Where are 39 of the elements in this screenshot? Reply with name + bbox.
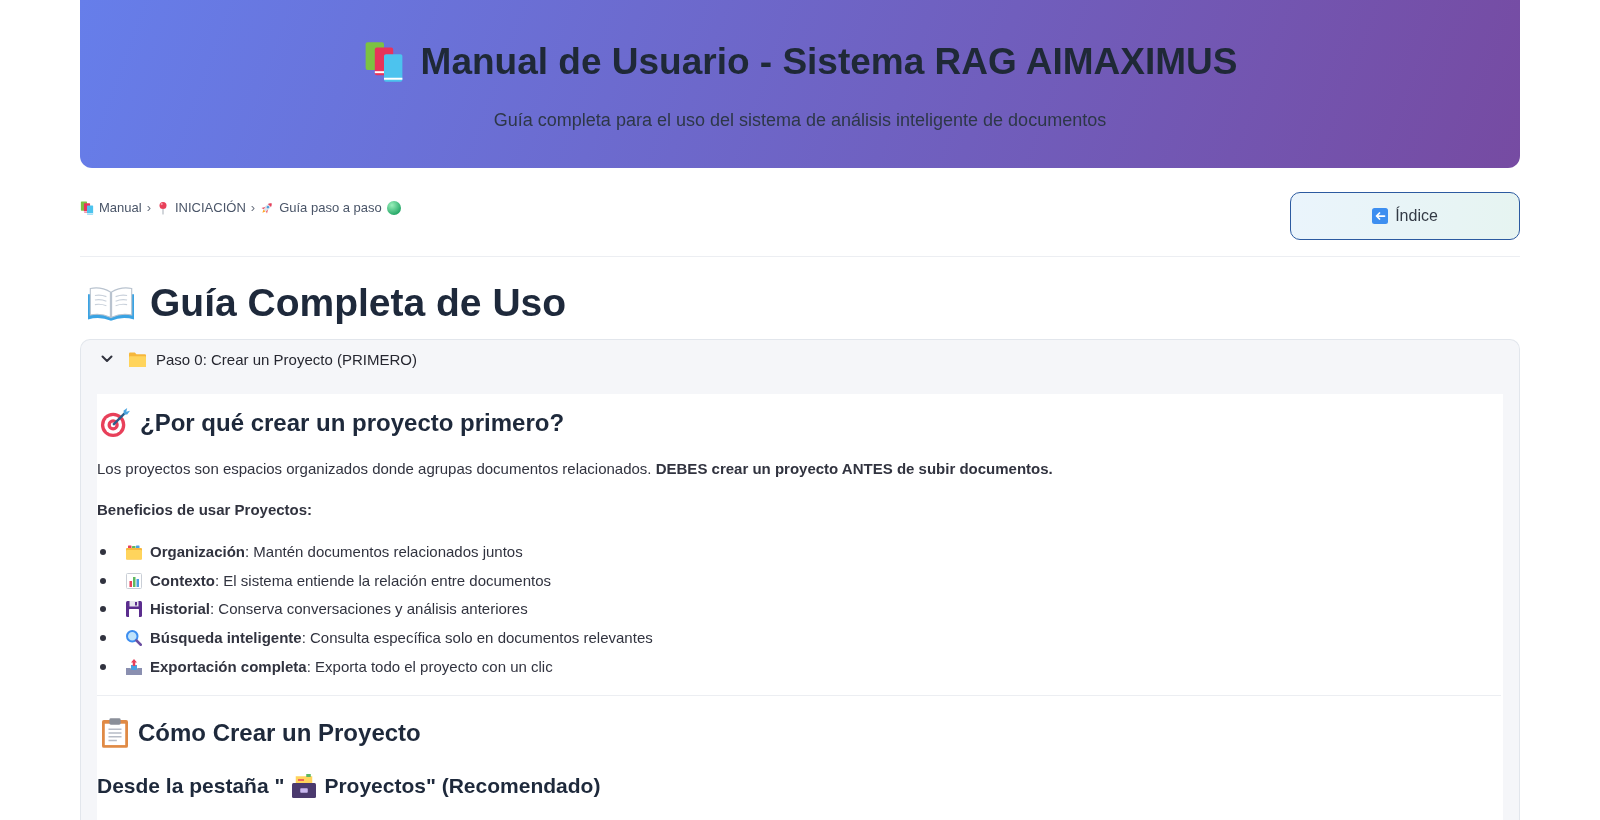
subheading-text: Desde la pestaña " [97,772,285,799]
list-heading: Beneficios de usar Proyectos: [97,500,314,520]
bullet-icon [100,606,106,613]
bullet-icon [100,577,106,584]
rocket-icon [260,201,275,215]
benefit-text: Historial: Conserva conversaciones y análisis anteriores [150,599,528,620]
intro-paragraph: Los proyectos son espacios organizados donde agrupas documentos relacionados. DEBES crear un proyecto ANTES de subir documentos. [97,459,1054,479]
breadcrumb-item[interactable]: Guía paso a paso [279,198,382,218]
page-title: Guía Completa de Uso [150,280,567,326]
benefit-text: Contexto: El sistema entiende la relación entre documentos [150,570,552,591]
bullet-icon [100,663,106,670]
section-toggle[interactable]: Paso 0: Crear un Proyecto (PRIMERO) [97,340,1503,378]
index-button[interactable]: Índice [1290,192,1520,240]
clipboard-icon [102,717,128,748]
bar-chart-icon [126,572,142,589]
books-icon [80,201,94,215]
breadcrumb-item[interactable]: Manual [99,198,142,218]
search-icon [126,630,142,647]
benefit-text: Organización: Mantén documentos relacionados juntos [150,542,523,562]
outbox-tray-icon [126,658,142,675]
breadcrumb-separator: › [146,199,151,217]
benefit-text: Búsqueda inteligente: Consulta específica solo en documentos relevantes [150,628,653,649]
benefit-text: Exportación completa: Exporta todo el proyecto con un clic [150,656,553,677]
section-heading: ¿Por qué crear un proyecto primero? [140,408,565,438]
section-heading: Cómo Crear un Proyecto [138,717,421,748]
bullet-icon [100,635,106,642]
folder-icon [129,351,146,367]
open-book-icon [88,284,134,322]
breadcrumb-separator: › [250,199,256,217]
folder-tabs-icon [126,544,142,560]
subheading-text: Proyectos" (Recomendado) [324,772,601,799]
status-dot-icon [386,201,401,215]
app-title: Manual de Usuario - Sistema RAG AIMAXIMUS [420,40,1238,84]
file-box-icon [292,773,317,798]
bullet-icon [100,549,106,555]
target-icon [100,408,130,438]
breadcrumb-item[interactable]: INICIACIÓN [175,198,246,218]
arrow-left-icon [1372,208,1389,224]
app-subtitle: Guía completa para el uso del sistema de análisis inteligente de documentos [493,109,1107,132]
